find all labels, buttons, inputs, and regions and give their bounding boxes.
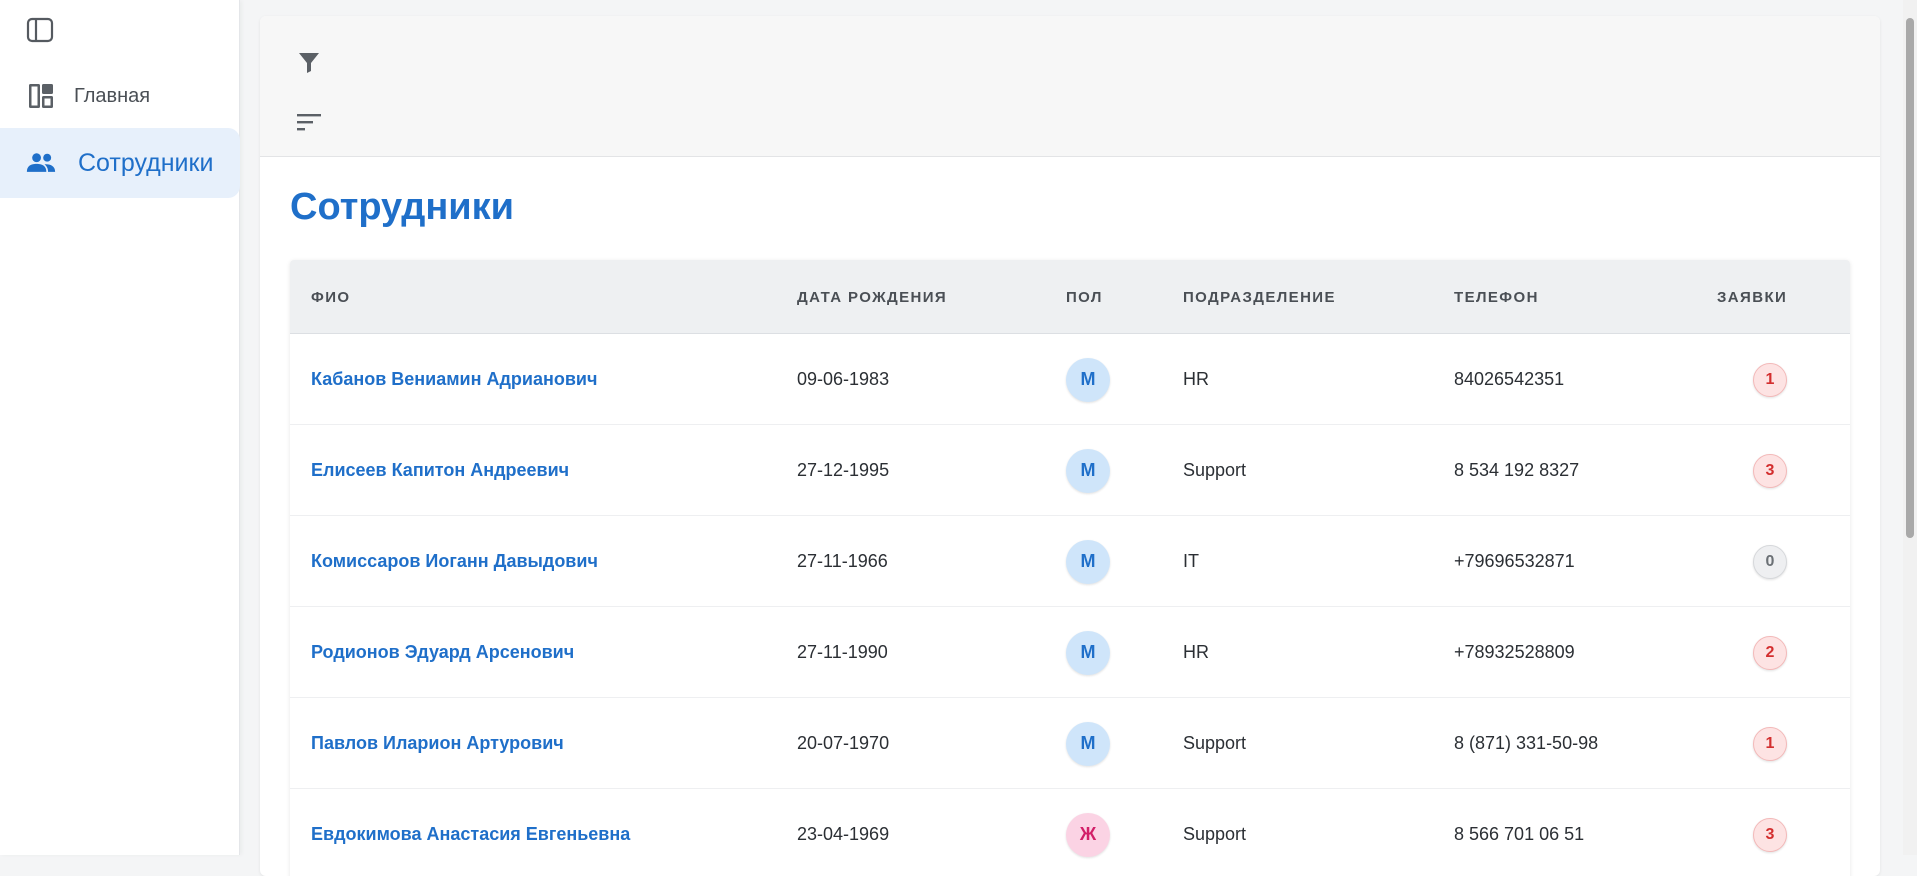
sex-badge: Ж	[1066, 812, 1110, 857]
sex-badge: М	[1066, 721, 1110, 766]
page-scrollbar[interactable]	[1903, 0, 1917, 855]
phone: 84026542351	[1454, 369, 1565, 389]
table-header: ФИО ДАТА РОЖДЕНИЯ ПОЛ ПОДРАЗДЕЛЕНИЕ ТЕЛЕ…	[290, 260, 1850, 334]
main-panel: Сотрудники ФИО ДАТА РОЖДЕНИЯ ПОЛ ПОДРАЗД…	[260, 16, 1880, 876]
employee-name-link[interactable]: Комиссаров Иоганн Давыдович	[311, 551, 598, 572]
employee-name-link[interactable]: Кабанов Вениамин Адрианович	[311, 369, 597, 390]
sidebar-item-home[interactable]: Главная	[0, 72, 240, 120]
department: HR	[1183, 369, 1209, 389]
table-row[interactable]: Родионов Эдуард Арсенович 27-11-1990 М H…	[290, 607, 1850, 698]
requests-badge: 1	[1753, 726, 1787, 761]
employee-name-link[interactable]: Родионов Эдуард Арсенович	[311, 642, 574, 663]
table-row[interactable]: Комиссаров Иоганн Давыдович 27-11-1966 М…	[290, 516, 1850, 607]
column-header-requests[interactable]: ЗАЯВКИ	[1717, 260, 1787, 334]
column-header-phone[interactable]: ТЕЛЕФОН	[1454, 260, 1539, 334]
requests-badge: 0	[1753, 544, 1787, 579]
dashboard-icon	[26, 81, 56, 111]
department: Support	[1183, 824, 1247, 844]
column-header-name[interactable]: ФИО	[311, 260, 350, 334]
sex-badge: М	[1066, 539, 1110, 584]
phone: +79696532871	[1454, 551, 1575, 571]
requests-badge: 3	[1753, 817, 1787, 852]
birth-date: 27-11-1990	[797, 642, 888, 662]
birth-date: 20-07-1970	[797, 733, 890, 753]
page-title: Сотрудники	[290, 186, 515, 228]
people-icon	[26, 148, 56, 178]
birth-date: 27-11-1966	[797, 551, 888, 571]
sort-icon	[297, 114, 321, 131]
employees-table: ФИО ДАТА РОЖДЕНИЯ ПОЛ ПОДРАЗДЕЛЕНИЕ ТЕЛЕ…	[290, 260, 1850, 876]
employee-name-link[interactable]: Евдокимова Анастасия Евгеньевна	[311, 824, 630, 845]
phone: 8 534 192 8327	[1454, 460, 1580, 480]
sort-button[interactable]	[294, 107, 324, 137]
table-row[interactable]: Елисеев Капитон Андреевич 27-12-1995 М S…	[290, 425, 1850, 516]
department: Support	[1183, 733, 1247, 753]
sidebar-item-label: Сотрудники	[78, 148, 214, 177]
table-row[interactable]: Павлов Иларион Артурович 20-07-1970 М Su…	[290, 698, 1850, 789]
sidebar: Главная Сотрудники	[0, 0, 240, 855]
sidebar-item-label: Главная	[74, 84, 151, 107]
table-row[interactable]: Евдокимова Анастасия Евгеньевна 23-04-19…	[290, 789, 1850, 876]
birth-date: 27-12-1995	[797, 460, 890, 480]
scrollbar-thumb[interactable]	[1906, 18, 1914, 538]
column-header-sex[interactable]: ПОЛ	[1066, 260, 1103, 334]
birth-date: 09-06-1983	[797, 369, 890, 389]
sidebar-toggle-button[interactable]	[24, 16, 56, 44]
requests-badge: 2	[1753, 635, 1787, 670]
sex-badge: М	[1066, 357, 1110, 402]
phone: +78932528809	[1454, 642, 1575, 662]
department: HR	[1183, 642, 1209, 662]
column-header-department[interactable]: ПОДРАЗДЕЛЕНИЕ	[1183, 260, 1336, 334]
sex-badge: М	[1066, 630, 1110, 675]
sidebar-item-employees[interactable]: Сотрудники	[0, 128, 240, 198]
employee-name-link[interactable]: Павлов Иларион Артурович	[311, 733, 564, 754]
department: IT	[1183, 551, 1199, 571]
requests-badge: 1	[1753, 362, 1787, 397]
department: Support	[1183, 460, 1247, 480]
sex-badge: М	[1066, 448, 1110, 493]
phone: 8 566 701 06 51	[1454, 824, 1585, 844]
employee-name-link[interactable]: Елисеев Капитон Андреевич	[311, 460, 569, 481]
requests-badge: 3	[1753, 453, 1787, 488]
filter-icon	[299, 53, 319, 73]
sidebar-toggle-icon	[26, 17, 54, 43]
filter-button[interactable]	[294, 47, 324, 77]
phone: 8 (871) 331-50-98	[1454, 733, 1599, 753]
table-row[interactable]: Кабанов Вениамин Адрианович 09-06-1983 М…	[290, 334, 1850, 425]
column-header-birthdate[interactable]: ДАТА РОЖДЕНИЯ	[797, 260, 947, 334]
birth-date: 23-04-1969	[797, 824, 890, 844]
toolbar	[260, 16, 1880, 157]
